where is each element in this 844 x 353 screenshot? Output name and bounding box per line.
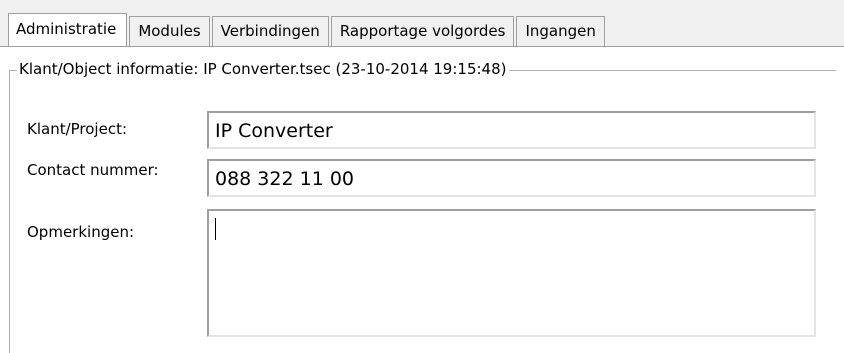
remarks-textarea[interactable] bbox=[207, 209, 816, 337]
contact-number-field[interactable]: 088 322 11 00 bbox=[207, 159, 816, 197]
customer-project-field[interactable]: IP Converter bbox=[207, 111, 816, 149]
tab-rapportage-volgordes[interactable]: Rapportage volgordes bbox=[330, 16, 515, 46]
customer-info-group-title: Klant/Object informatie: IP Converter.ts… bbox=[17, 58, 509, 80]
window: Administratie Modules Verbindingen Rappo… bbox=[0, 0, 844, 353]
customer-project-label: Klant/Project: bbox=[27, 120, 128, 138]
contact-number-value: 088 322 11 00 bbox=[215, 168, 355, 190]
customer-project-value: IP Converter bbox=[215, 120, 333, 142]
tab-verbindingen[interactable]: Verbindingen bbox=[211, 16, 329, 46]
contact-number-label: Contact nummer: bbox=[27, 161, 159, 179]
tab-ingangen[interactable]: Ingangen bbox=[516, 16, 605, 46]
tab-panel-administratie: Klant/Object informatie: IP Converter.ts… bbox=[0, 46, 844, 353]
tab-strip: Administratie Modules Verbindingen Rappo… bbox=[8, 13, 607, 46]
tab-administratie[interactable]: Administratie bbox=[8, 13, 128, 46]
tab-modules[interactable]: Modules bbox=[129, 16, 210, 46]
remarks-label: Opmerkingen: bbox=[27, 223, 135, 241]
text-cursor bbox=[215, 217, 216, 240]
